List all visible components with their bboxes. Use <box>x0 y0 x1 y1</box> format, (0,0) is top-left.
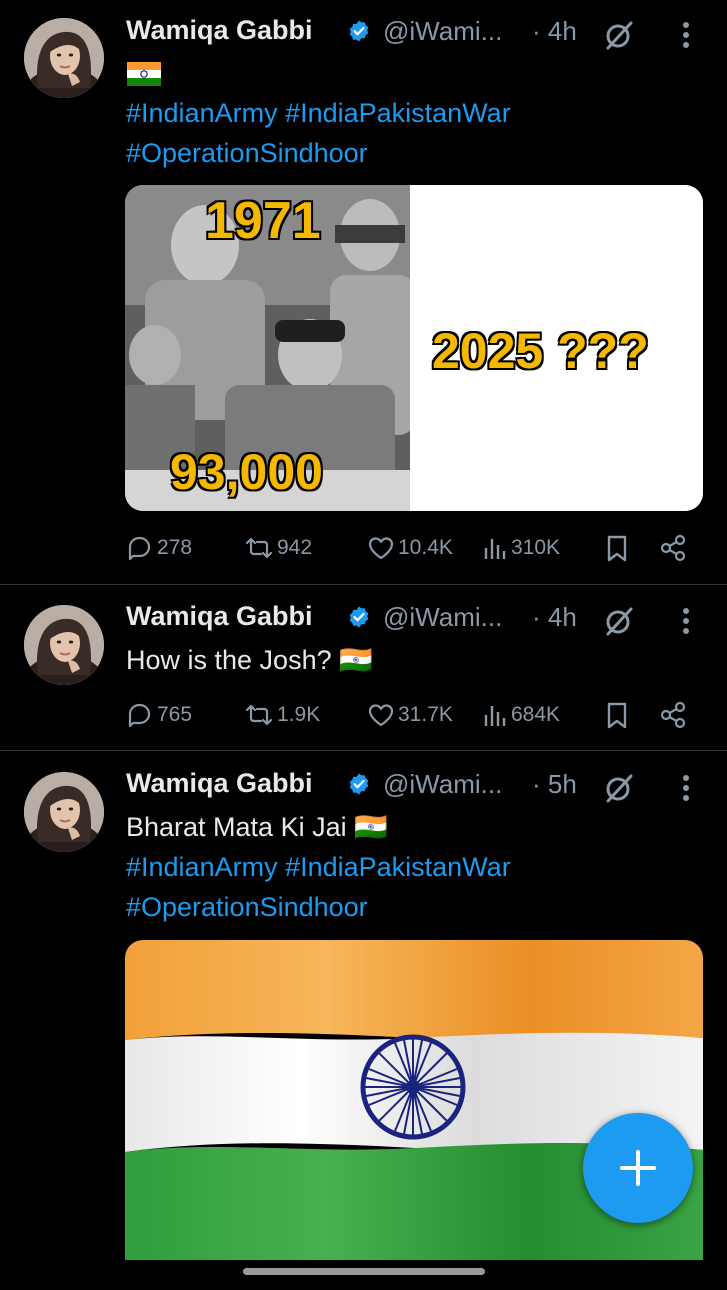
reply-icon <box>128 536 151 561</box>
bookmark-button[interactable] <box>603 700 634 730</box>
india-flag-emoji <box>127 62 161 86</box>
views-button[interactable]: 310K <box>482 533 560 563</box>
media-text-count: 93,000 <box>170 444 323 500</box>
home-indicator[interactable] <box>243 1268 485 1275</box>
verified-badge-icon <box>348 605 370 629</box>
hashtags-line-1[interactable]: #IndianArmy #IndiaPakistanWar <box>126 847 511 887</box>
tweet-2[interactable]: Wamiqa Gabbi @iWami... · 4h How is the J… <box>0 585 727 750</box>
hashtags-line-2[interactable]: #OperationSindhoor <box>126 887 368 927</box>
tweet-actions: 278 942 10.4K 310K <box>126 533 696 563</box>
tweet-text: How is the Josh? 🇮🇳 <box>126 645 373 675</box>
display-name[interactable]: Wamiqa Gabbi <box>126 15 313 46</box>
reply-icon <box>128 703 151 728</box>
avatar[interactable] <box>24 605 104 685</box>
more-options-icon[interactable] <box>682 22 690 48</box>
tweet-actions: 765 1.9K 31.7K 684K <box>126 700 696 730</box>
views-icon <box>484 704 506 728</box>
share-button[interactable] <box>659 533 690 563</box>
view-count: 684K <box>511 703 561 726</box>
bookmark-icon <box>607 702 627 729</box>
share-button[interactable] <box>659 700 690 730</box>
like-count: 31.7K <box>398 703 453 726</box>
display-name[interactable]: Wamiqa Gabbi <box>126 601 313 632</box>
more-options-icon[interactable] <box>682 608 690 634</box>
views-icon <box>484 537 506 561</box>
retweet-count: 1.9K <box>277 703 321 726</box>
tweet-media[interactable]: 1971 93,000 2025 ??? <box>125 185 703 511</box>
reply-button[interactable]: 765 <box>126 700 192 730</box>
reply-count: 278 <box>157 536 193 559</box>
media-photo-left[interactable]: 1971 93,000 <box>125 185 410 511</box>
share-icon <box>660 701 686 729</box>
display-name[interactable]: Wamiqa Gabbi <box>126 768 313 799</box>
user-handle[interactable]: @iWami... <box>383 769 502 800</box>
reply-button[interactable]: 278 <box>126 533 192 563</box>
media-text-question: 2025 ??? <box>432 323 649 379</box>
retweet-count: 942 <box>277 536 313 559</box>
hashtags-line-1[interactable]: #IndianArmy #IndiaPakistanWar <box>126 93 511 133</box>
hashtags-line-2[interactable]: #OperationSindhoor <box>126 133 368 173</box>
grok-icon[interactable] <box>604 606 634 636</box>
bookmark-button[interactable] <box>603 533 634 563</box>
retweet-button[interactable]: 1.9K <box>244 700 320 730</box>
share-icon <box>660 534 686 562</box>
retweet-icon <box>245 704 273 726</box>
avatar[interactable] <box>24 18 104 98</box>
retweet-icon <box>245 537 273 559</box>
tweet-1[interactable]: Wamiqa Gabbi @iWami... · 4h #IndianArmy … <box>0 0 727 584</box>
user-handle[interactable]: @iWami... <box>383 602 502 633</box>
plus-icon <box>620 1150 656 1186</box>
verified-badge-icon <box>348 19 370 43</box>
view-count: 310K <box>511 536 561 559</box>
timestamp[interactable]: · 5h <box>532 769 577 800</box>
like-button[interactable]: 10.4K <box>367 533 453 563</box>
views-button[interactable]: 684K <box>482 700 560 730</box>
media-text-year: 1971 <box>205 192 321 250</box>
media-photo-right[interactable]: 2025 ??? <box>418 185 703 511</box>
avatar[interactable] <box>24 772 104 852</box>
heart-icon <box>368 537 394 560</box>
tweet-text: Bharat Mata Ki Jai 🇮🇳 <box>126 812 388 842</box>
timestamp[interactable]: · 4h <box>532 602 577 633</box>
timestamp[interactable]: · 4h <box>532 16 577 47</box>
grok-icon[interactable] <box>604 20 634 50</box>
like-button[interactable]: 31.7K <box>367 700 453 730</box>
user-handle[interactable]: @iWami... <box>383 16 502 47</box>
grok-icon[interactable] <box>604 773 634 803</box>
heart-icon <box>368 704 394 727</box>
verified-badge-icon <box>348 772 370 796</box>
like-count: 10.4K <box>398 536 453 559</box>
retweet-button[interactable]: 942 <box>244 533 312 563</box>
compose-button[interactable] <box>583 1113 693 1223</box>
reply-count: 765 <box>157 703 193 726</box>
bookmark-icon <box>607 535 627 562</box>
more-options-icon[interactable] <box>682 775 690 801</box>
